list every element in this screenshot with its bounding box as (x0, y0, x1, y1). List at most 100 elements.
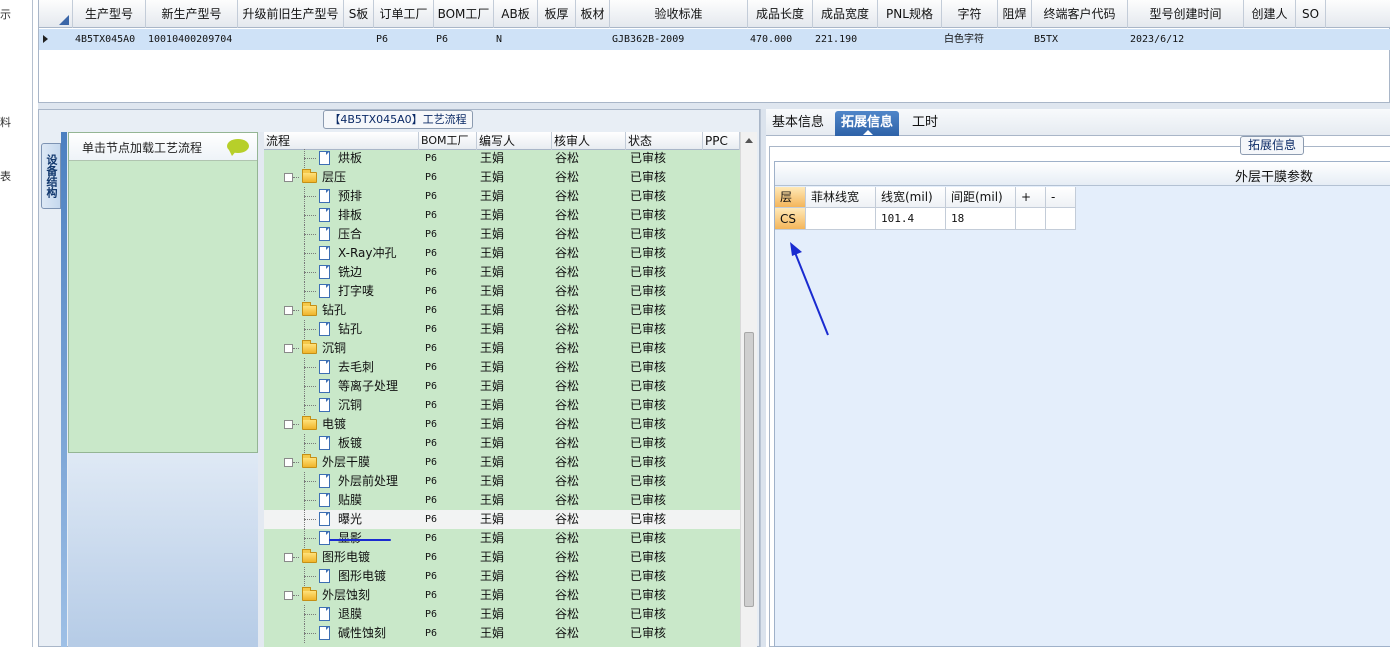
product-grid-col-header[interactable]: 创建人 (1244, 0, 1296, 28)
collapse-toggle-icon[interactable] (284, 344, 293, 353)
product-grid-col-header[interactable]: 终端客户代码 (1032, 0, 1128, 28)
process-tree-row[interactable]: 曝光 P6 王娟 谷松 已审核 (264, 510, 740, 529)
process-tree-row[interactable]: 沉铜 P6 王娟 谷松 已审核 (264, 396, 740, 415)
param-cell[interactable] (1016, 208, 1046, 230)
product-grid-col-header[interactable]: BOM工厂 (434, 0, 494, 28)
product-grid-cell[interactable]: P6 (434, 29, 494, 50)
tree-scrollbar[interactable] (740, 132, 757, 647)
process-tree-row[interactable]: 外层前处理 P6 王娟 谷松 已审核 (264, 472, 740, 491)
product-grid-cell[interactable] (344, 29, 374, 50)
param-col-header[interactable]: 间距(mil) (946, 187, 1016, 208)
product-grid-col-header[interactable]: 生产型号 (73, 0, 146, 28)
product-grid-cell[interactable]: B5TX (1032, 29, 1128, 50)
process-tree-row[interactable]: 烘板 P6 王娟 谷松 已审核 (264, 149, 740, 168)
process-tree-row[interactable]: 铣边 P6 王娟 谷松 已审核 (264, 263, 740, 282)
param-col-header[interactable]: - (1046, 187, 1076, 208)
process-tree-row[interactable]: 预排 P6 王娟 谷松 已审核 (264, 187, 740, 206)
process-tree-row[interactable]: 等离子处理 P6 王娟 谷松 已审核 (264, 377, 740, 396)
param-cell[interactable] (1046, 208, 1076, 230)
product-grid-col-header[interactable]: 板厚 (538, 0, 576, 28)
product-grid-cell[interactable]: P6 (374, 29, 434, 50)
process-tree-col-header[interactable]: 状态 (626, 132, 703, 150)
product-grid-cell[interactable] (238, 29, 344, 50)
process-tree-row[interactable]: 压合 P6 王娟 谷松 已审核 (264, 225, 740, 244)
process-tree-row[interactable]: 层压 P6 王娟 谷松 已审核 (264, 168, 740, 187)
process-tree-row[interactable]: 去毛刺 P6 王娟 谷松 已审核 (264, 358, 740, 377)
process-tree-row[interactable]: 碱性蚀刻 P6 王娟 谷松 已审核 (264, 624, 740, 643)
process-tree-row[interactable]: 图形电镀 P6 王娟 谷松 已审核 (264, 567, 740, 586)
process-tree-row[interactable]: X-Ray冲孔 P6 王娟 谷松 已审核 (264, 244, 740, 263)
param-cell[interactable]: 18 (946, 208, 1016, 230)
process-tree-row[interactable]: 钻孔 P6 王娟 谷松 已审核 (264, 301, 740, 320)
product-grid-col-header[interactable]: AB板 (494, 0, 538, 28)
select-all-corner[interactable] (39, 0, 73, 28)
product-grid-cell[interactable]: 10010400209704 (146, 29, 238, 50)
product-grid-col-header[interactable]: PNL规格 (878, 0, 942, 28)
product-grid-col-header[interactable]: 成品长度 (748, 0, 813, 28)
process-tree-row[interactable]: 板镀 P6 王娟 谷松 已审核 (264, 434, 740, 453)
param-col-header[interactable]: 线宽(mil) (876, 187, 946, 208)
process-tree-row[interactable]: 退膜 P6 王娟 谷松 已审核 (264, 605, 740, 624)
process-tree-row[interactable]: 图形电镀 P6 王娟 谷松 已审核 (264, 548, 740, 567)
product-grid-col-header[interactable]: 型号创建时间 (1128, 0, 1244, 28)
process-tree-row[interactable]: 外层干膜 P6 王娟 谷松 已审核 (264, 453, 740, 472)
process-tree-col-header[interactable]: BOM工厂 (419, 132, 477, 150)
param-cell[interactable]: 101.4 (876, 208, 946, 230)
product-grid-col-header[interactable]: 订单工厂 (374, 0, 434, 28)
collapse-toggle-icon[interactable] (284, 173, 293, 182)
product-grid-cell[interactable]: 2023/6/12 (1128, 29, 1244, 50)
product-grid-col-header[interactable]: SO (1296, 0, 1326, 28)
product-grid-cell[interactable] (538, 29, 576, 50)
process-tree-col-header[interactable]: PPC (703, 132, 740, 150)
product-grid-cell[interactable]: 白色字符 (942, 29, 998, 50)
scroll-thumb[interactable] (744, 332, 754, 607)
product-grid-cell[interactable] (1296, 29, 1326, 50)
product-grid-col-header[interactable]: 字符 (942, 0, 998, 28)
collapse-toggle-icon[interactable] (284, 591, 293, 600)
process-tree-col-header[interactable]: 编写人 (477, 132, 552, 150)
process-tree-col-header[interactable]: 核审人 (552, 132, 626, 150)
collapse-toggle-icon[interactable] (284, 420, 293, 429)
param-cell[interactable]: CS (775, 208, 806, 230)
process-tree-row[interactable]: 外层蚀刻 P6 王娟 谷松 已审核 (264, 586, 740, 605)
product-grid-cell[interactable]: 470.000 (748, 29, 813, 50)
product-grid-col-header[interactable]: S板 (344, 0, 374, 28)
scroll-up-icon[interactable] (745, 138, 753, 143)
product-grid-col-header[interactable]: 板材 (576, 0, 610, 28)
product-grid-cell[interactable] (998, 29, 1032, 50)
product-grid-col-header[interactable]: 验收标准 (610, 0, 748, 28)
tab-man-hours[interactable]: 工时 (906, 111, 944, 136)
product-row[interactable]: 4B5TX045A0 10010400209704 P6 P6 N GJB362B-200… (39, 29, 1390, 50)
collapse-toggle-icon[interactable] (284, 306, 293, 315)
param-col-header[interactable]: + (1016, 187, 1046, 208)
node-header[interactable]: 单击节点加载工艺流程 (69, 133, 257, 161)
param-cell[interactable] (806, 208, 876, 230)
process-tree-row[interactable]: 贴膜 P6 王娟 谷松 已审核 (264, 491, 740, 510)
collapse-toggle-icon[interactable] (284, 458, 293, 467)
process-tree-col-header[interactable]: 流程 (264, 132, 419, 150)
product-grid-cell[interactable]: 4B5TX045A0 (73, 29, 146, 50)
process-step-reviewer: 谷松 (555, 284, 580, 298)
param-col-header[interactable]: 菲林线宽 (806, 187, 876, 208)
tree-connector (304, 253, 316, 254)
process-tree-row[interactable]: 排板 P6 王娟 谷松 已审核 (264, 206, 740, 225)
product-grid-col-header[interactable]: 升级前旧生产型号 (238, 0, 344, 28)
side-tab-equipment[interactable]: 设备结构 (41, 143, 61, 209)
product-grid-col-header[interactable]: 新生产型号 (146, 0, 238, 28)
product-grid-col-header[interactable]: 阻焊 (998, 0, 1032, 28)
product-grid-cell[interactable]: 221.190 (813, 29, 878, 50)
folder-icon (302, 549, 317, 563)
tab-basic-info[interactable]: 基本信息 (766, 111, 830, 136)
product-grid-cell[interactable] (1244, 29, 1296, 50)
process-tree-row[interactable]: 打字唛 P6 王娟 谷松 已审核 (264, 282, 740, 301)
collapse-toggle-icon[interactable] (284, 553, 293, 562)
process-tree-row[interactable]: 电镀 P6 王娟 谷松 已审核 (264, 415, 740, 434)
product-grid-cell[interactable] (878, 29, 942, 50)
product-grid-col-header[interactable]: 成品宽度 (813, 0, 878, 28)
product-grid-cell[interactable]: GJB362B-2009 (610, 29, 748, 50)
process-tree-row[interactable]: 沉铜 P6 王娟 谷松 已审核 (264, 339, 740, 358)
product-grid-cell[interactable] (576, 29, 610, 50)
product-grid-cell[interactable]: N (494, 29, 538, 50)
param-col-header[interactable]: 层 (775, 187, 806, 208)
process-tree-row[interactable]: 钻孔 P6 王娟 谷松 已审核 (264, 320, 740, 339)
